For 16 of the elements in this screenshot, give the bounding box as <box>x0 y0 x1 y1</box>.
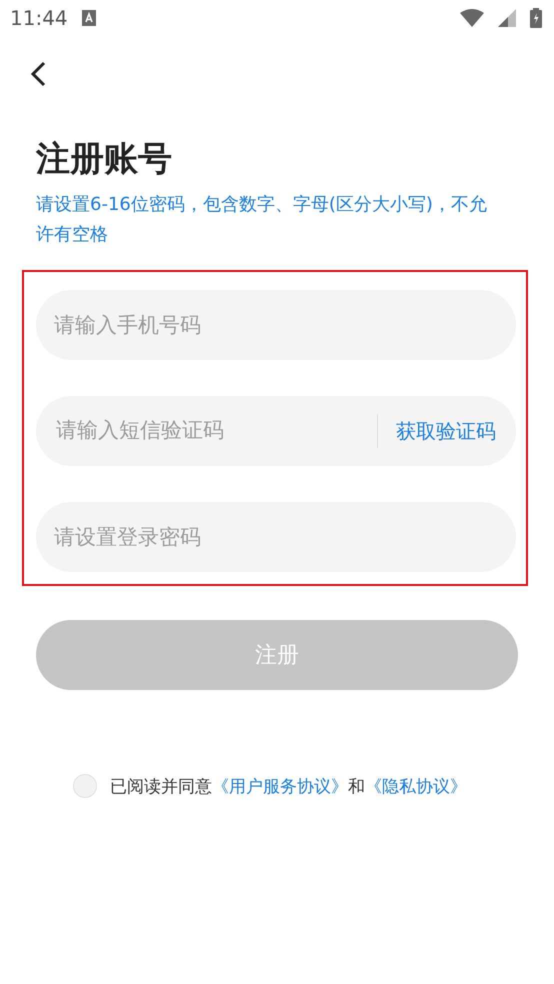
agreement-link[interactable]: 《隐私协议》 <box>365 776 467 796</box>
agree-checkbox[interactable] <box>73 774 97 798</box>
password-hint: 请设置6-16位密码，包含数字、字母(区分大小写)，不允许有空格 <box>36 193 488 247</box>
wifi-icon <box>460 9 484 27</box>
phone-field[interactable]: 请输入手机号码 <box>36 290 516 360</box>
status-time: 11:44 <box>10 6 68 30</box>
code-field[interactable]: 请输入短信验证码 获取验证码 <box>36 396 516 466</box>
signal-icon <box>498 9 516 27</box>
agreement-link[interactable]: 《用户服务协议》 <box>212 776 348 796</box>
keyboard-icon <box>82 10 96 26</box>
get-code-button[interactable]: 获取验证码 <box>396 418 496 444</box>
battery-icon <box>530 8 542 28</box>
back-icon <box>30 61 46 87</box>
password-field[interactable]: 请设置登录密码 <box>36 502 516 572</box>
agreement-text: 已阅读并同意《用户服务协议》和《隐私协议》 <box>110 776 467 798</box>
page-title: 注册账号 <box>36 138 173 181</box>
